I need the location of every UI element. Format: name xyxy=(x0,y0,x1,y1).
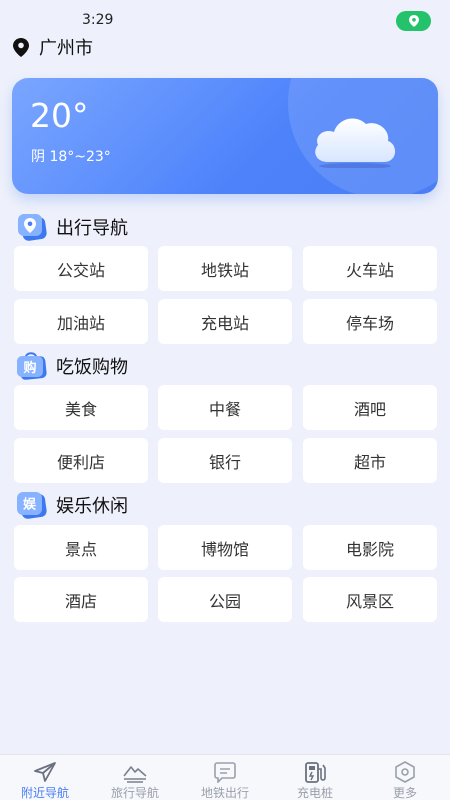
entertainment-badge-char: 娱 xyxy=(23,498,37,513)
category-tile-convenience-store[interactable]: 便利店 xyxy=(14,438,148,483)
section-header-entertainment: 娱 娱乐休闲 xyxy=(16,490,128,520)
bottom-navigation: 附近导航 旅行导航 地铁出行 充电桩 更多 xyxy=(0,754,450,800)
nav-label: 地铁出行 xyxy=(200,786,249,800)
category-tile-charging-station[interactable]: 充电站 xyxy=(158,299,292,344)
weather-description: 阴 18°~23° xyxy=(31,149,111,165)
shopping-bag-icon: 购 xyxy=(16,351,48,381)
nav-tab-travel[interactable]: 旅行导航 xyxy=(90,755,180,800)
category-tile-train-station[interactable]: 火车站 xyxy=(303,246,437,291)
location-pin-icon xyxy=(408,15,419,27)
section-header-travel: 出行导航 xyxy=(16,212,128,242)
category-tile-scenic-area[interactable]: 风景区 xyxy=(303,577,437,622)
charging-pile-icon xyxy=(305,762,326,783)
weather-card[interactable]: 20° 阴 18°~23° xyxy=(12,78,438,194)
city-selector[interactable]: 广州市 xyxy=(13,34,93,60)
cloud-icon xyxy=(315,118,396,168)
category-tile-bar[interactable]: 酒吧 xyxy=(303,385,437,430)
nav-label: 更多 xyxy=(392,786,417,800)
nav-tab-nearby[interactable]: 附近导航 xyxy=(0,755,90,800)
category-tile-supermarket[interactable]: 超市 xyxy=(303,438,437,483)
nav-label: 充电桩 xyxy=(296,786,333,800)
category-tile-food[interactable]: 美食 xyxy=(14,385,148,430)
city-name: 广州市 xyxy=(39,38,93,59)
category-tile-chinese-food[interactable]: 中餐 xyxy=(158,385,292,430)
section-header-dining-shopping: 购 吃饭购物 xyxy=(16,351,128,381)
category-tile-bank[interactable]: 银行 xyxy=(158,438,292,483)
shopping-badge-char: 购 xyxy=(23,360,36,376)
category-tile-museum[interactable]: 博物馆 xyxy=(158,525,292,570)
section-title: 吃饭购物 xyxy=(56,357,128,378)
nav-tab-charging[interactable]: 充电桩 xyxy=(270,755,360,800)
category-tile-bus-stop[interactable]: 公交站 xyxy=(14,246,148,291)
map-pin-badge-icon xyxy=(16,212,48,242)
category-tile-park[interactable]: 公园 xyxy=(158,577,292,622)
category-tile-gas-station[interactable]: 加油站 xyxy=(14,299,148,344)
section-title: 出行导航 xyxy=(56,218,128,239)
nav-label: 附近导航 xyxy=(20,786,69,800)
status-bar: 3:29 xyxy=(0,0,450,38)
category-tile-metro-station[interactable]: 地铁站 xyxy=(158,246,292,291)
nav-tab-metro[interactable]: 地铁出行 xyxy=(180,755,270,800)
location-pin-icon xyxy=(13,37,31,57)
section-title: 娱乐休闲 xyxy=(56,496,128,517)
entertainment-badge-icon: 娱 xyxy=(16,490,48,520)
location-indicator-pill xyxy=(396,11,431,31)
nav-label: 旅行导航 xyxy=(110,786,159,800)
mountain-icon xyxy=(123,766,147,783)
nav-tab-more[interactable]: 更多 xyxy=(360,755,450,800)
category-tile-scenic-spot[interactable]: 景点 xyxy=(14,525,148,570)
hexagon-icon xyxy=(395,761,415,783)
status-time: 3:29 xyxy=(82,12,114,28)
message-box-icon xyxy=(214,762,236,783)
category-tile-cinema[interactable]: 电影院 xyxy=(303,525,437,570)
paper-plane-icon xyxy=(34,762,56,782)
category-tile-hotel[interactable]: 酒店 xyxy=(14,577,148,622)
category-tile-parking-lot[interactable]: 停车场 xyxy=(303,299,437,344)
current-temperature: 20° xyxy=(30,96,89,135)
